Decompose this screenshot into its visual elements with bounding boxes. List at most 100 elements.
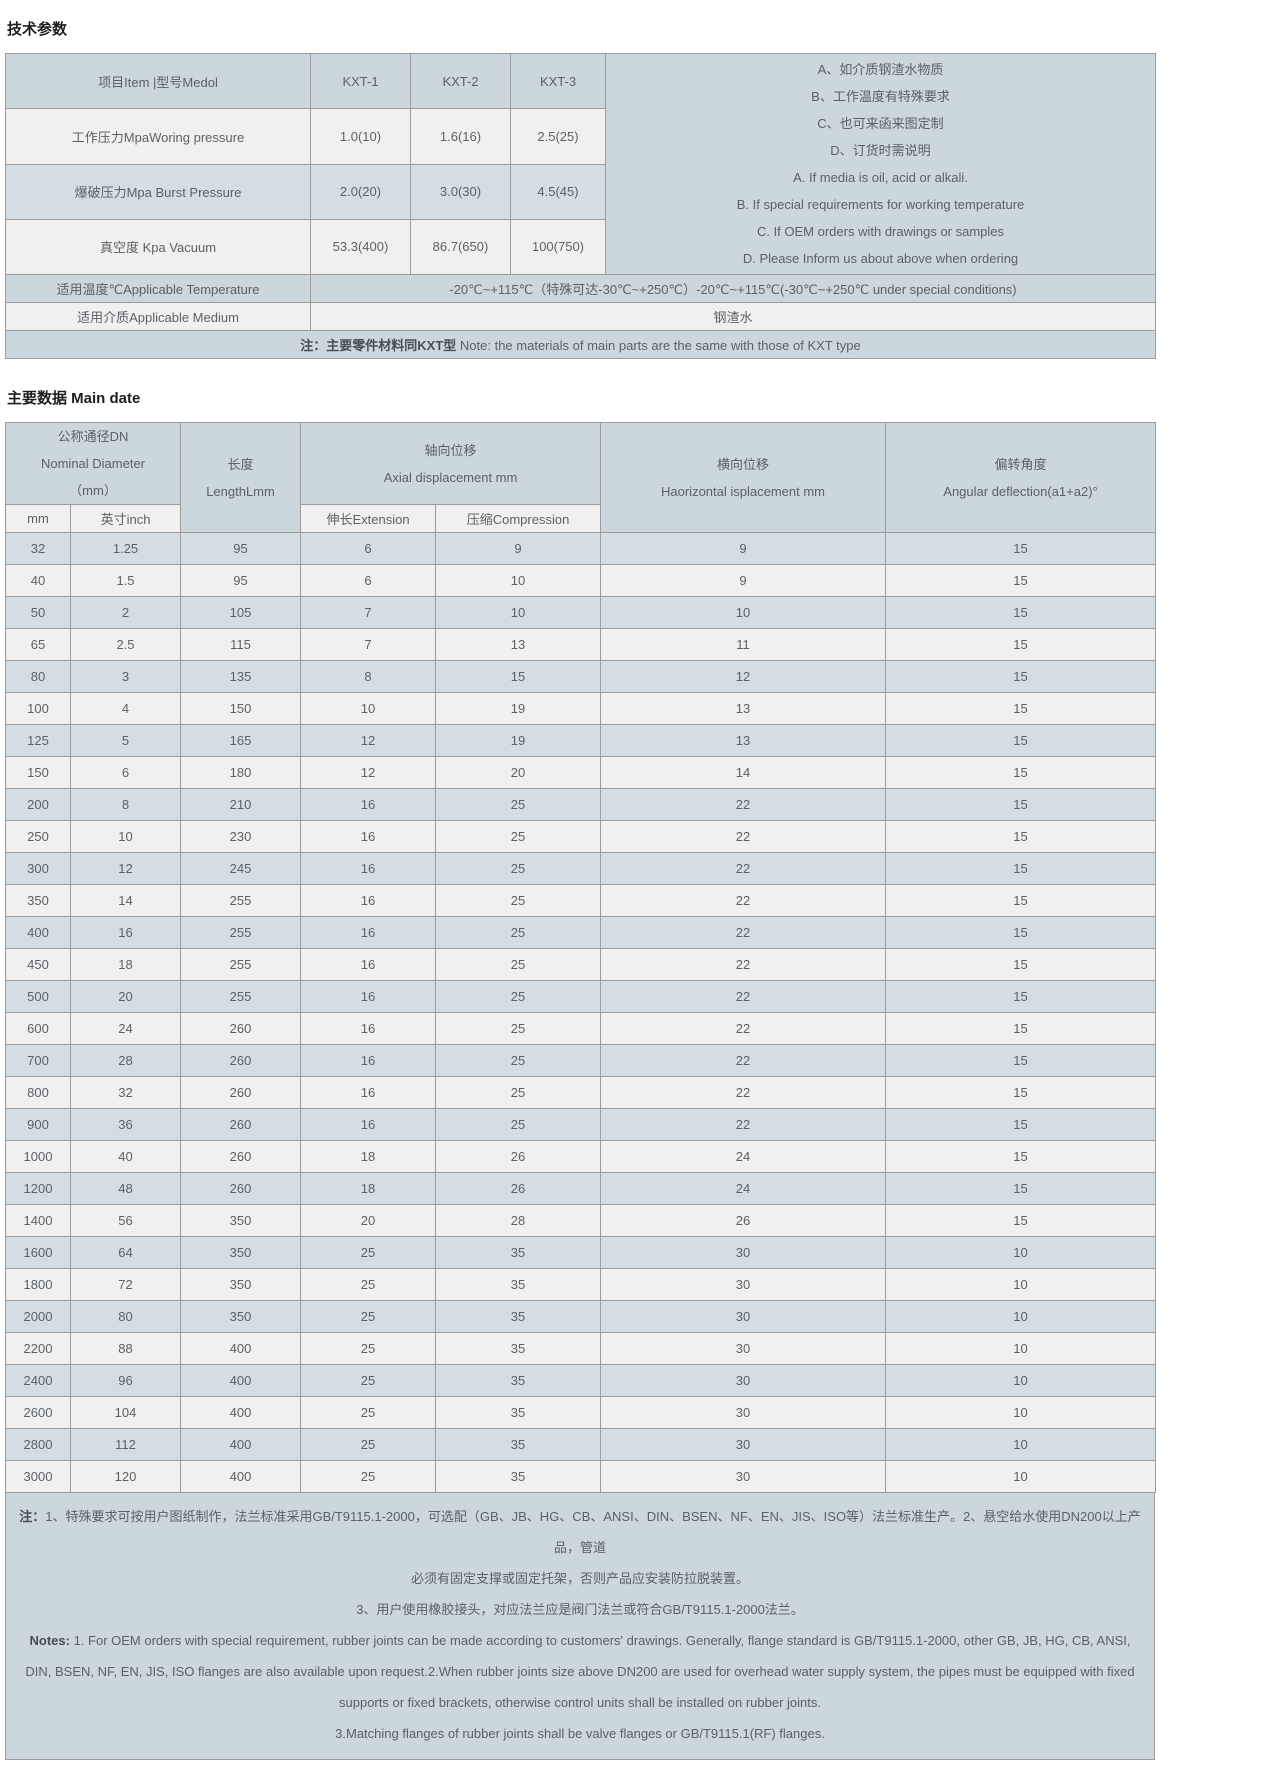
cell-dn-inch: 72 xyxy=(71,1269,181,1301)
bottom-notes: 注：1、特殊要求可按用户图纸制作，法兰标准采用GB/T9115.1-2000，可… xyxy=(5,1493,1155,1760)
cell-dn-inch: 4 xyxy=(71,693,181,725)
cell-horizontal: 30 xyxy=(601,1333,886,1365)
cell-horizontal: 24 xyxy=(601,1173,886,1205)
cell-dn-inch: 56 xyxy=(71,1205,181,1237)
main-header-row: 公称通径DN Nominal Diameter （mm） 长度 LengthLm… xyxy=(6,423,1156,505)
cell-compression: 25 xyxy=(436,1013,601,1045)
cell-compression: 25 xyxy=(436,885,601,917)
cell-horizontal: 22 xyxy=(601,1077,886,1109)
cell-dn-inch: 6 xyxy=(71,757,181,789)
cell-dn-inch: 2.5 xyxy=(71,629,181,661)
note-text: supports or fixed brackets, otherwise co… xyxy=(339,1695,821,1710)
table-row: 500 20 255 16 25 22 15 xyxy=(6,981,1156,1013)
cell-dn-inch: 40 xyxy=(71,1141,181,1173)
note-text: 1、特殊要求可按用户图纸制作，法兰标准采用GB/T9115.1-2000，可选配… xyxy=(45,1509,1141,1555)
cell-extension: 16 xyxy=(301,949,436,981)
cell-compression: 35 xyxy=(436,1461,601,1493)
cell-extension: 25 xyxy=(301,1429,436,1461)
cell-length: 260 xyxy=(181,1109,301,1141)
ordering-note-line: C、也可来函来图定制 xyxy=(612,110,1149,137)
cell-extension: 16 xyxy=(301,1109,436,1141)
cell-dn-mm: 2800 xyxy=(6,1429,71,1461)
cell-horizontal: 30 xyxy=(601,1301,886,1333)
cell-dn-inch: 28 xyxy=(71,1045,181,1077)
cell-horizontal: 22 xyxy=(601,981,886,1013)
cell-length: 350 xyxy=(181,1269,301,1301)
cell-angular: 15 xyxy=(886,1205,1156,1237)
kxt2-value: 3.0(30) xyxy=(411,164,511,219)
kxt1-value: 53.3(400) xyxy=(311,219,411,274)
cell-angular: 15 xyxy=(886,949,1156,981)
header-line: 长度 xyxy=(185,451,296,478)
cell-compression: 35 xyxy=(436,1269,601,1301)
cell-length: 400 xyxy=(181,1461,301,1493)
cell-compression: 10 xyxy=(436,597,601,629)
cell-angular: 15 xyxy=(886,1141,1156,1173)
cell-dn-mm: 65 xyxy=(6,629,71,661)
tech-footnote: 注：主要零件材料同KXT型 Note: the materials of mai… xyxy=(6,331,1156,359)
cell-dn-mm: 1800 xyxy=(6,1269,71,1301)
cell-angular: 15 xyxy=(886,1045,1156,1077)
cell-length: 245 xyxy=(181,853,301,885)
cell-extension: 25 xyxy=(301,1461,436,1493)
cell-compression: 25 xyxy=(436,789,601,821)
temperature-row: 适用温度℃Applicable Temperature -20℃~+115℃（特… xyxy=(6,275,1156,303)
cell-dn-mm: 80 xyxy=(6,661,71,693)
cell-compression: 35 xyxy=(436,1397,601,1429)
cell-angular: 15 xyxy=(886,565,1156,597)
cell-extension: 16 xyxy=(301,1077,436,1109)
kxt1-value: 2.0(20) xyxy=(311,164,411,219)
cell-dn-mm: 800 xyxy=(6,1077,71,1109)
cell-angular: 15 xyxy=(886,1109,1156,1141)
cell-dn-inch: 24 xyxy=(71,1013,181,1045)
cell-extension: 6 xyxy=(301,565,436,597)
cell-extension: 18 xyxy=(301,1141,436,1173)
kxt2-value: 1.6(16) xyxy=(411,109,511,164)
cell-compression: 20 xyxy=(436,757,601,789)
table-row: 400 16 255 16 25 22 15 xyxy=(6,917,1156,949)
table-row: 3000 120 400 25 35 30 10 xyxy=(6,1461,1156,1493)
table-row: 900 36 260 16 25 22 15 xyxy=(6,1109,1156,1141)
cell-compression: 35 xyxy=(436,1333,601,1365)
cell-angular: 15 xyxy=(886,1173,1156,1205)
cell-dn-mm: 700 xyxy=(6,1045,71,1077)
table-row: 2000 80 350 25 35 30 10 xyxy=(6,1301,1156,1333)
cell-length: 180 xyxy=(181,757,301,789)
model-kxt2-header: KXT-2 xyxy=(411,54,511,109)
cell-length: 260 xyxy=(181,1173,301,1205)
cell-horizontal: 30 xyxy=(601,1365,886,1397)
spec-page: 技术参数 项目Item |型号Medol KXT-1 KXT-2 KXT-3 A… xyxy=(0,0,1280,1770)
cell-angular: 15 xyxy=(886,917,1156,949)
table-row: 600 24 260 16 25 22 15 xyxy=(6,1013,1156,1045)
cell-dn-mm: 40 xyxy=(6,565,71,597)
cell-angular: 15 xyxy=(886,981,1156,1013)
note-line: supports or fixed brackets, otherwise co… xyxy=(12,1687,1148,1718)
kxt3-value: 2.5(25) xyxy=(511,109,606,164)
cell-length: 400 xyxy=(181,1365,301,1397)
cell-angular: 10 xyxy=(886,1429,1156,1461)
table-row: 350 14 255 16 25 22 15 xyxy=(6,885,1156,917)
cell-dn-inch: 1.25 xyxy=(71,533,181,565)
table-row: 65 2.5 115 7 13 11 15 xyxy=(6,629,1156,661)
cell-extension: 25 xyxy=(301,1301,436,1333)
cell-horizontal: 22 xyxy=(601,1109,886,1141)
cell-length: 105 xyxy=(181,597,301,629)
table-row: 2600 104 400 25 35 30 10 xyxy=(6,1397,1156,1429)
cell-dn-inch: 64 xyxy=(71,1237,181,1269)
note-text: 3、用户使用橡胶接头，对应法兰应是阀门法兰或符合GB/T9115.1-2000法… xyxy=(356,1602,804,1617)
extension-subheader: 伸长Extension xyxy=(301,505,436,533)
header-line: （mm） xyxy=(10,477,176,504)
axial-displacement-header: 轴向位移 Axial displacement mm xyxy=(301,423,601,505)
cell-dn-mm: 2600 xyxy=(6,1397,71,1429)
cell-length: 255 xyxy=(181,949,301,981)
cell-angular: 15 xyxy=(886,853,1156,885)
cell-horizontal: 22 xyxy=(601,917,886,949)
table-row: 2400 96 400 25 35 30 10 xyxy=(6,1365,1156,1397)
cell-dn-mm: 50 xyxy=(6,597,71,629)
table-row: 1200 48 260 18 26 24 15 xyxy=(6,1173,1156,1205)
row-label: 真空度 Kpa Vacuum xyxy=(6,219,311,274)
cell-horizontal: 12 xyxy=(601,661,886,693)
cell-angular: 15 xyxy=(886,1013,1156,1045)
cell-dn-mm: 500 xyxy=(6,981,71,1013)
table-row: 1400 56 350 20 28 26 15 xyxy=(6,1205,1156,1237)
